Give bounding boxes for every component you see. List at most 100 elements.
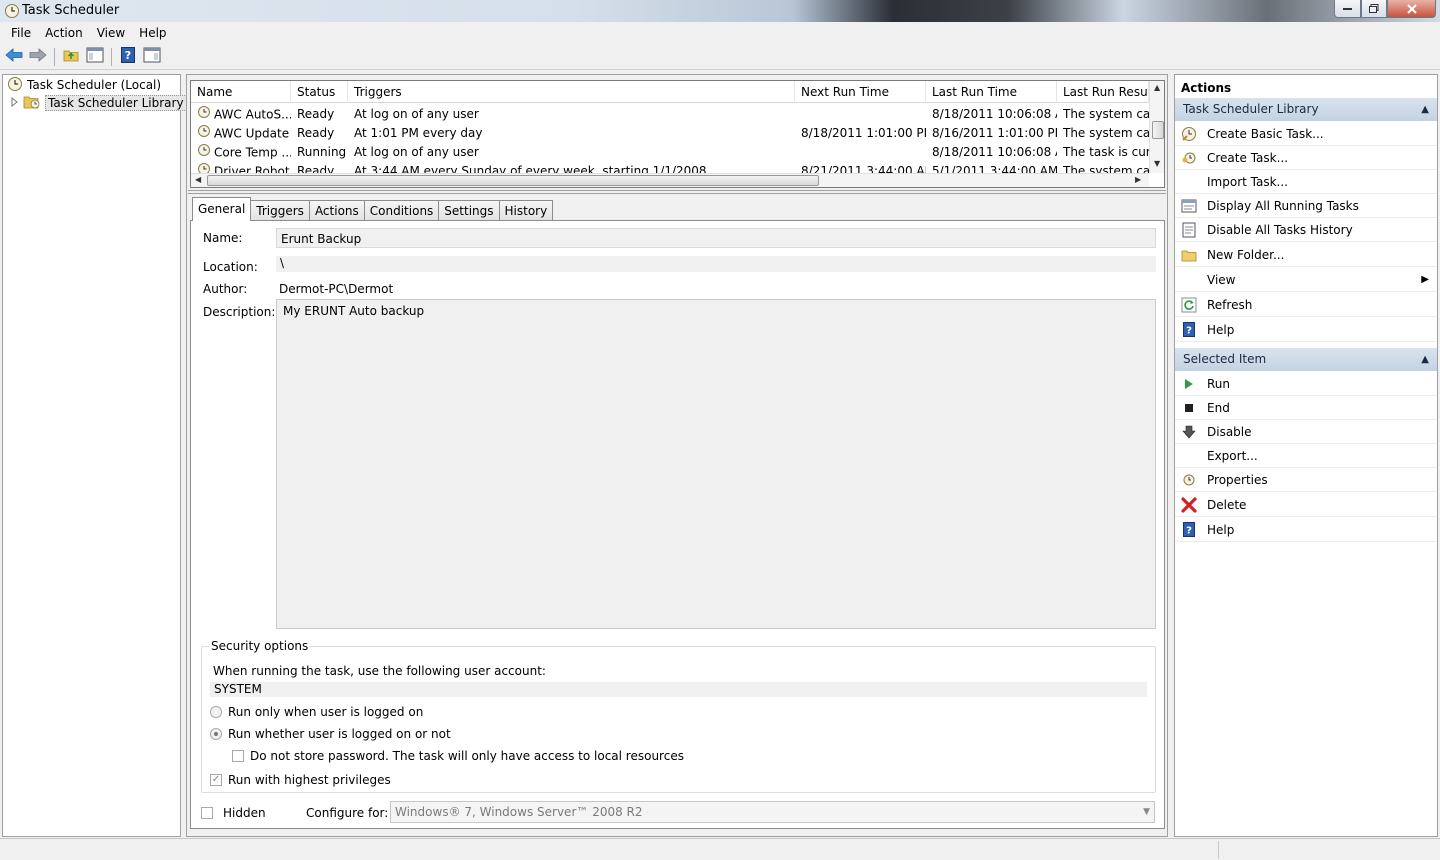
table-row[interactable]: AWC Update Ready At 1:01 PM every day 8/… <box>191 124 1149 143</box>
tab-actions[interactable]: Actions <box>308 200 365 221</box>
expand-arrow-icon[interactable] <box>11 96 19 110</box>
scroll-thumb[interactable] <box>207 175 819 186</box>
maximize-button[interactable] <box>1361 0 1387 18</box>
scroll-right-icon[interactable]: ▶ <box>1135 175 1141 184</box>
column-header-triggers[interactable]: Triggers <box>348 81 795 103</box>
task-name: Core Temp ... <box>214 145 291 160</box>
scroll-thumb[interactable] <box>1152 121 1164 139</box>
column-header-next-run-time[interactable]: Next Run Time <box>795 81 926 103</box>
forward-button[interactable] <box>28 47 48 67</box>
task-clock-icon <box>197 124 211 143</box>
svg-text:?: ? <box>1186 326 1192 337</box>
task-triggers: At log on of any user <box>354 107 479 121</box>
task-list-vertical-scrollbar[interactable]: ▲ ▼ <box>1149 81 1164 173</box>
action-help-selected[interactable]: ? Help <box>1175 518 1437 542</box>
tab-general[interactable]: General <box>192 197 252 221</box>
blank-icon <box>1181 272 1197 288</box>
action-new-folder[interactable]: New Folder... <box>1175 243 1437 267</box>
task-last-run: 8/18/2011 10:06:08 AM <box>932 145 1057 159</box>
action-help[interactable]: ? Help <box>1175 318 1437 342</box>
column-header-name[interactable]: Name <box>191 81 291 103</box>
menu-file[interactable]: File <box>4 26 38 40</box>
action-import-task[interactable]: Import Task... <box>1175 170 1437 194</box>
tab-history[interactable]: History <box>498 200 554 221</box>
scroll-left-icon[interactable]: ◀ <box>195 175 201 184</box>
column-header-last-run-result[interactable]: Last Run Result <box>1057 81 1149 103</box>
checkbox[interactable] <box>232 749 244 762</box>
configure-for-select[interactable]: Windows® 7, Windows Server™ 2008 R2 ▼ <box>390 801 1155 823</box>
action-view[interactable]: View ▶ <box>1175 268 1437 292</box>
action-label: Create Task... <box>1207 150 1289 165</box>
security-options-group: Security options When running the task, … <box>201 639 1156 793</box>
checkbox[interactable] <box>201 806 213 819</box>
do-not-store-password-option[interactable]: Do not store password. The task will onl… <box>232 748 684 763</box>
scroll-down-icon[interactable]: ▼ <box>1154 159 1160 168</box>
action-label: Disable <box>1207 424 1252 439</box>
menu-help[interactable]: Help <box>132 26 173 40</box>
author-label: Author: <box>203 282 248 296</box>
run-only-logged-on-option[interactable]: Run only when user is logged on <box>210 704 423 719</box>
run-icon <box>1181 376 1197 392</box>
name-field[interactable]: Erunt Backup <box>276 228 1156 248</box>
tab-settings[interactable]: Settings <box>438 200 500 221</box>
menu-view[interactable]: View <box>90 26 132 40</box>
highest-privileges-option[interactable]: ✓ Run with highest privileges <box>210 772 391 787</box>
run-whether-logged-on-option[interactable]: Run whether user is logged on or not <box>210 726 451 741</box>
task-status: Ready <box>297 107 335 121</box>
section-header-selected-item[interactable]: Selected Item ▲ <box>1175 348 1437 371</box>
action-properties[interactable]: Properties <box>1175 468 1437 492</box>
show-hide-action-pane-button[interactable] <box>142 47 162 67</box>
tree-item-task-scheduler-local[interactable]: Task Scheduler (Local) <box>7 76 161 94</box>
action-end[interactable]: End <box>1175 396 1437 420</box>
table-row[interactable]: Driver Robot Ready At 3:44 AM every Sund… <box>191 162 1149 173</box>
task-next-run <box>795 105 926 124</box>
help-button[interactable]: ? <box>118 47 138 67</box>
up-folder-button[interactable] <box>61 47 81 67</box>
window-title: Task Scheduler <box>22 3 120 18</box>
pane-splitter[interactable] <box>188 190 1166 194</box>
table-row[interactable]: Core Temp ... Running At log on of any u… <box>191 143 1149 162</box>
action-delete[interactable]: Delete <box>1175 493 1437 517</box>
task-triggers: At 1:01 PM every day <box>354 126 483 140</box>
description-field[interactable]: My ERUNT Auto backup <box>276 299 1156 629</box>
show-hide-tree-button[interactable] <box>85 47 105 67</box>
close-button[interactable] <box>1387 0 1436 18</box>
svg-text:?: ? <box>125 49 131 62</box>
table-row[interactable]: AWC AutoS... Ready At log on of any user… <box>191 105 1149 124</box>
hidden-option[interactable]: Hidden <box>201 805 266 820</box>
section-header-task-scheduler-library[interactable]: Task Scheduler Library ▲ <box>1175 98 1437 121</box>
minimize-button[interactable] <box>1334 0 1361 18</box>
action-create-task[interactable]: Create Task... <box>1175 146 1437 170</box>
status-bar <box>0 838 1440 860</box>
action-display-all-running-tasks[interactable]: Display All Running Tasks <box>1175 194 1437 218</box>
general-tab-panel: Name: Erunt Backup Location: \ Author: D… <box>190 220 1165 829</box>
task-list-horizontal-scrollbar[interactable]: ◀ ▶ <box>191 173 1149 187</box>
tab-triggers[interactable]: Triggers <box>250 200 310 221</box>
create-task-icon <box>1181 150 1197 166</box>
help-icon: ? <box>1181 522 1197 538</box>
action-refresh[interactable]: Refresh <box>1175 293 1437 317</box>
action-export[interactable]: Export... <box>1175 444 1437 468</box>
collapse-arrow-icon[interactable]: ▲ <box>1421 98 1429 121</box>
action-create-basic-task[interactable]: Create Basic Task... <box>1175 122 1437 146</box>
column-header-last-run-time[interactable]: Last Run Time <box>926 81 1057 103</box>
action-run[interactable]: Run <box>1175 372 1437 396</box>
tab-conditions[interactable]: Conditions <box>363 200 440 221</box>
chevron-down-icon[interactable]: ▼ <box>1143 802 1150 822</box>
collapse-arrow-icon[interactable]: ▲ <box>1421 348 1429 371</box>
action-label: Help <box>1207 522 1235 537</box>
radio-button[interactable] <box>210 727 222 740</box>
action-disable-all-tasks-history[interactable]: Disable All Tasks History <box>1175 218 1437 242</box>
back-button[interactable] <box>4 47 24 67</box>
option-label: Hidden <box>223 805 266 820</box>
menu-action[interactable]: Action <box>38 26 90 40</box>
action-disable[interactable]: Disable <box>1175 420 1437 444</box>
radio-button[interactable] <box>210 705 222 718</box>
column-header-status[interactable]: Status <box>291 81 348 103</box>
user-account-value: SYSTEM <box>210 682 1147 697</box>
tree-item-task-scheduler-library[interactable]: Task Scheduler Library <box>11 94 187 112</box>
properties-clock-icon <box>1181 472 1197 488</box>
task-name: Driver Robot <box>214 164 290 174</box>
checkbox[interactable]: ✓ <box>210 773 222 786</box>
scroll-up-icon[interactable]: ▲ <box>1154 83 1160 92</box>
